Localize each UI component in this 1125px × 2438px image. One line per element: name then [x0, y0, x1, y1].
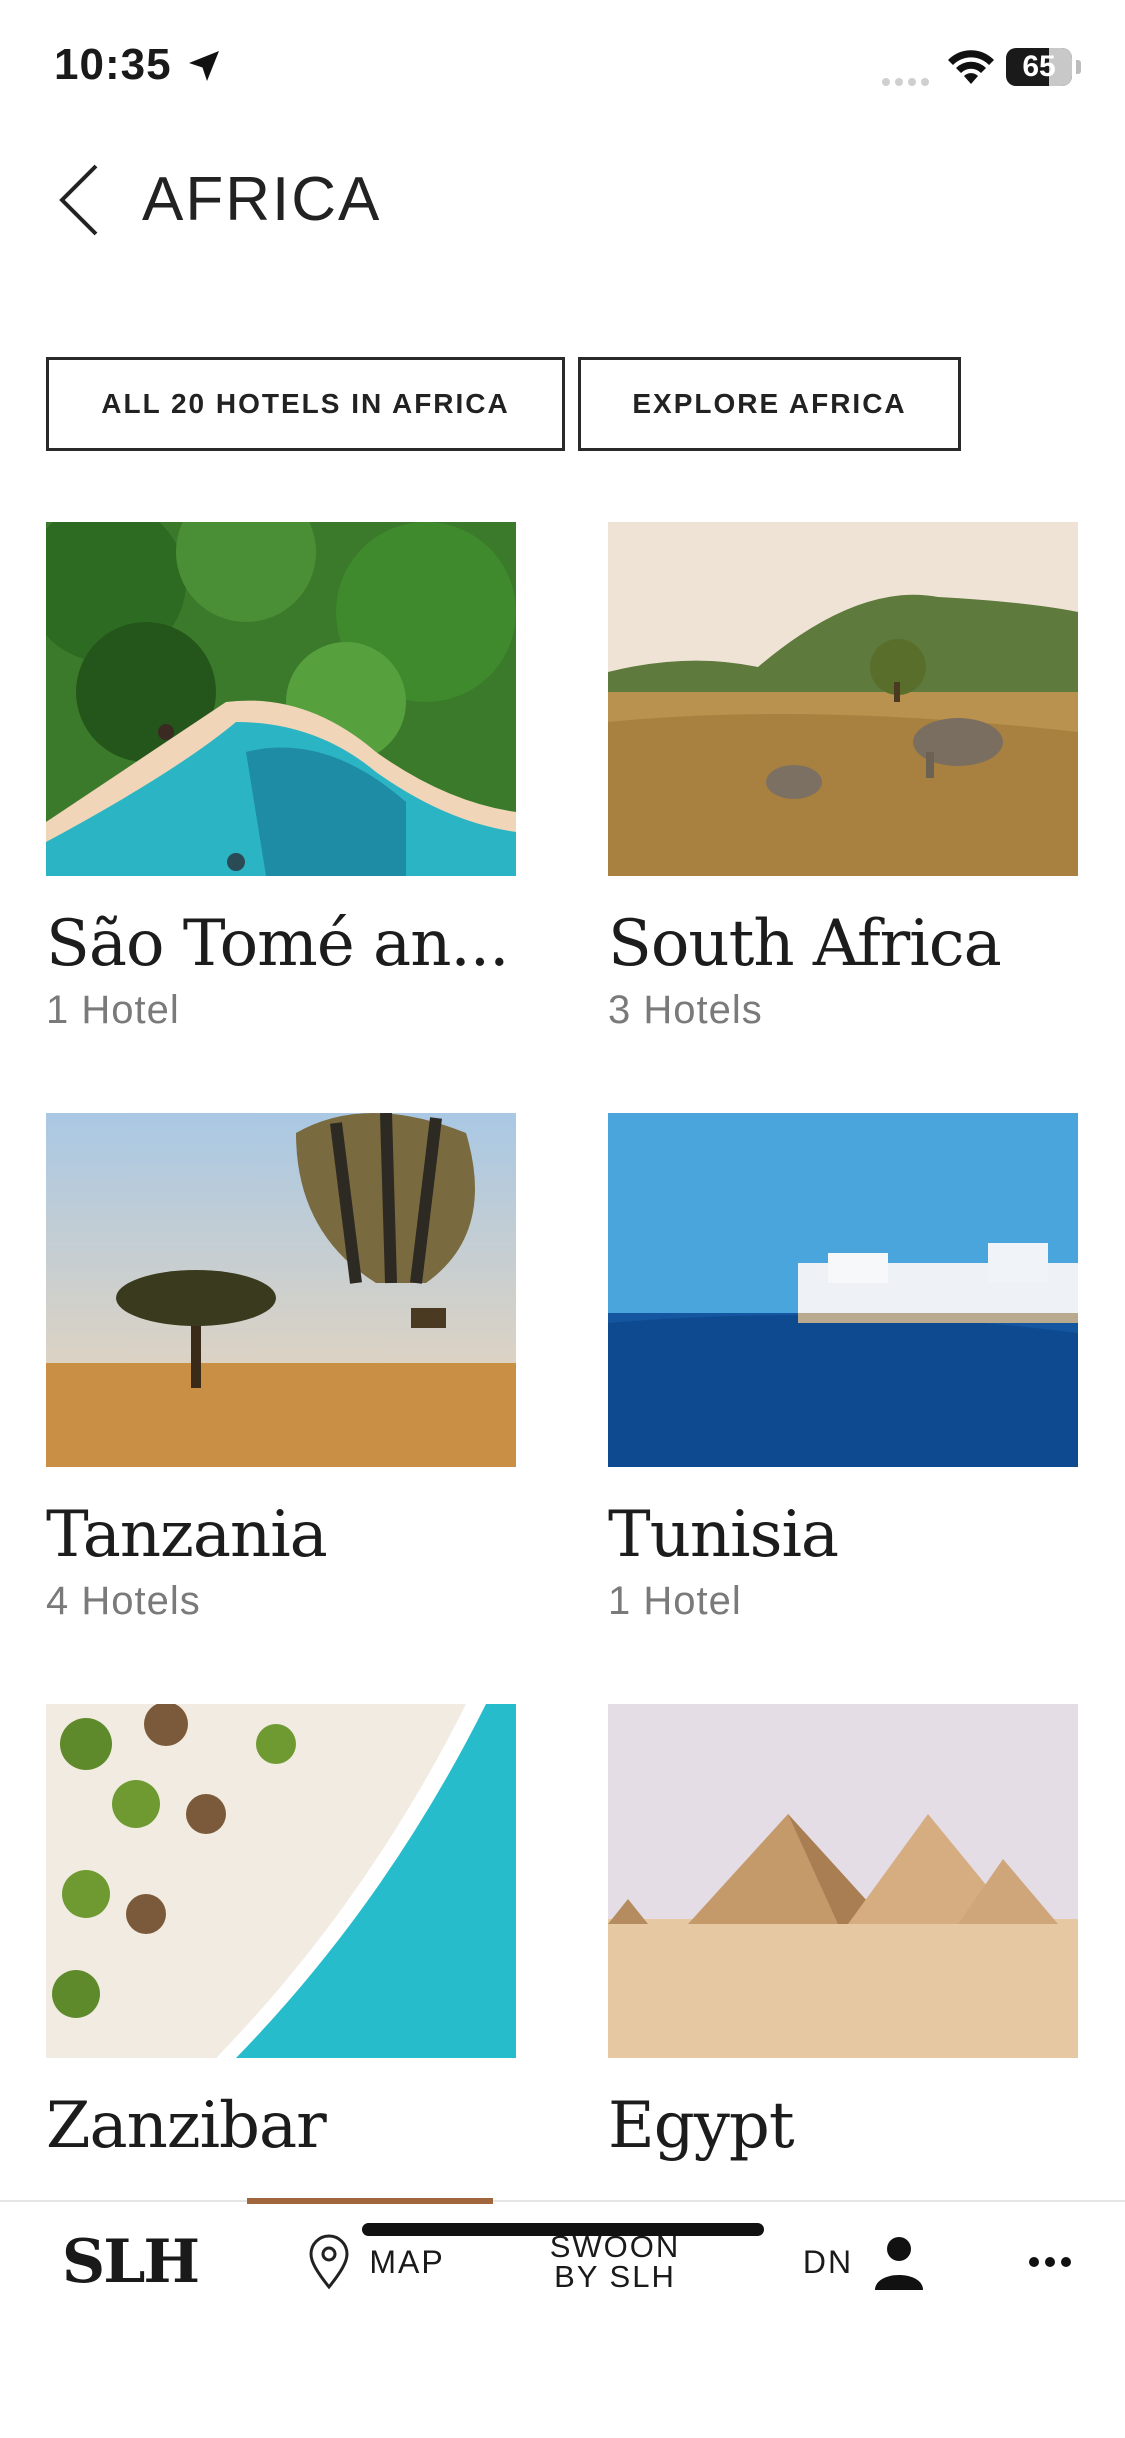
- chevron-left-icon[interactable]: [54, 160, 104, 240]
- home-indicator[interactable]: [362, 2223, 764, 2236]
- destination-card-zanzibar[interactable]: Zanzibar: [46, 1704, 516, 2170]
- explore-africa-button[interactable]: EXPLORE AFRICA: [578, 357, 961, 451]
- destination-name: Zanzibar: [46, 2089, 327, 2163]
- destination-image: [46, 1704, 516, 2058]
- destination-image: [608, 522, 1078, 876]
- destination-card-sao-tome[interactable]: São Tomé an... 1 Hotel: [46, 522, 516, 1033]
- ellipsis-icon: [1029, 2257, 1071, 2267]
- status-time: 10:35: [54, 40, 172, 89]
- destination-name: São Tomé an...: [46, 907, 509, 981]
- swoon-tab-label-line2: BY SLH: [554, 2259, 676, 2294]
- destination-image: [46, 1113, 516, 1467]
- location-pin-icon: [309, 2234, 349, 2290]
- destination-hotel-count: 4 Hotels: [46, 1579, 201, 1623]
- more-tab[interactable]: [1020, 2202, 1080, 2322]
- swoon-tab-label-line1: SWOON: [549, 2229, 681, 2264]
- account-initials: DN: [802, 2243, 854, 2280]
- destination-image: [46, 522, 516, 876]
- destination-card-egypt[interactable]: Egypt: [608, 1704, 1078, 2170]
- slh-logo-tab[interactable]: SLH: [60, 2202, 200, 2322]
- status-bar: 10:35 65: [0, 0, 1125, 130]
- account-tab[interactable]: DN: [795, 2202, 935, 2322]
- location-arrow-icon: [189, 51, 219, 81]
- destination-hotel-count: 1 Hotel: [608, 1579, 742, 1623]
- wifi-icon: [948, 50, 994, 84]
- destination-hotel-count: 3 Hotels: [608, 988, 763, 1032]
- swoon-tab[interactable]: SWOON BY SLH: [530, 2202, 700, 2322]
- destination-name: Tanzania: [46, 1498, 328, 1572]
- page-title: AFRICA: [142, 165, 382, 234]
- map-tab[interactable]: MAP: [296, 2202, 456, 2322]
- all-hotels-button[interactable]: ALL 20 HOTELS IN AFRICA: [46, 357, 565, 451]
- destination-image: [608, 1113, 1078, 1467]
- battery-icon: 65: [1006, 48, 1082, 86]
- destination-hotel-count: 1 Hotel: [46, 988, 180, 1032]
- destination-card-south-africa[interactable]: South Africa 3 Hotels: [608, 522, 1078, 1033]
- destination-name: South Africa: [608, 907, 1002, 981]
- destination-card-tunisia[interactable]: Tunisia 1 Hotel: [608, 1113, 1078, 1624]
- destination-name: Egypt: [608, 2089, 795, 2163]
- cellular-signal-icon: [882, 78, 929, 86]
- destination-name: Tunisia: [608, 1498, 839, 1572]
- person-icon: [875, 2237, 924, 2290]
- map-tab-label: MAP: [369, 2243, 445, 2280]
- destination-image: [608, 1704, 1078, 2058]
- destination-card-tanzania[interactable]: Tanzania 4 Hotels: [46, 1113, 516, 1624]
- battery-level: 65: [1022, 50, 1056, 83]
